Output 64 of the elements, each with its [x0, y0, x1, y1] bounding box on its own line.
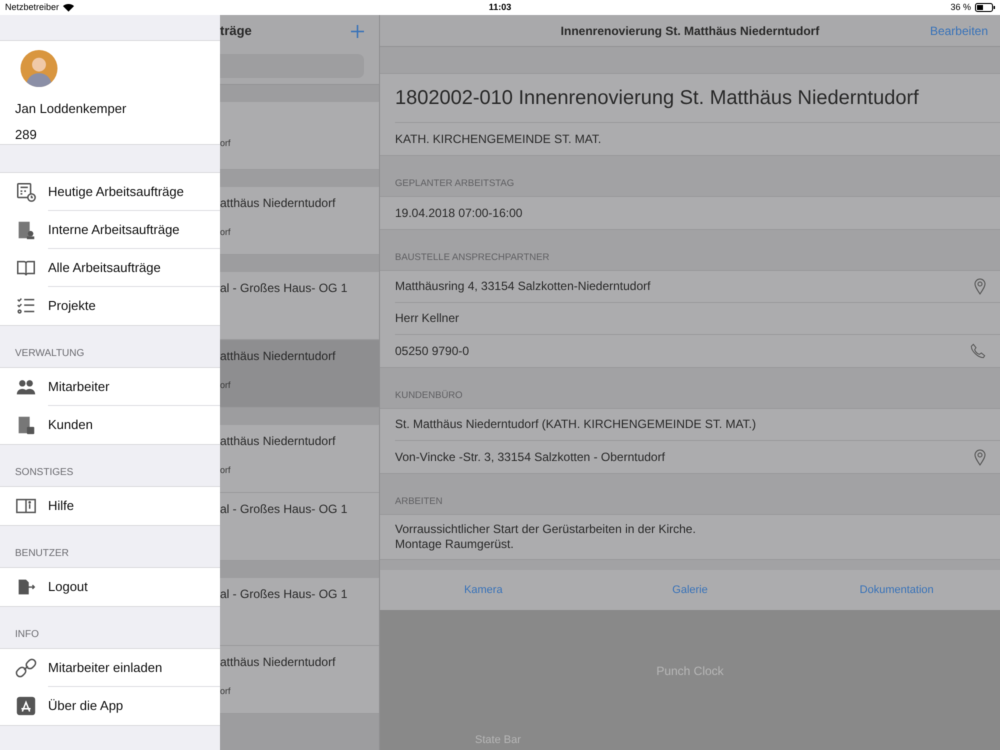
detail-value: Herr Kellner — [395, 311, 460, 326]
add-icon[interactable] — [350, 24, 365, 38]
menu-item[interactable]: Mitarbeiter einladen — [48, 658, 162, 678]
map-pin-icon[interactable] — [974, 278, 986, 295]
section-header: BENUTZER — [15, 547, 69, 561]
row-subtitle: orf — [220, 137, 232, 150]
order-title: 1802002-010 Innenrenovierung St. Matthäus Niederntudorf — [395, 86, 919, 111]
list-row[interactable]: atthäus Niederntudorf orf — [220, 646, 379, 714]
section-header: ARBEITEN — [395, 494, 443, 509]
row-subtitle: orf — [220, 464, 232, 477]
detail-value: Von-Vincke -Str. 3, 33154 Salzkotten - Oberntudorf — [395, 450, 666, 464]
phone-icon[interactable] — [970, 343, 986, 359]
row-subtitle: orf — [220, 379, 232, 392]
list-row[interactable]: al - Großes Haus- OG 1 — [220, 493, 379, 561]
battery-percent: 36 % — [950, 0, 971, 14]
carrier-label: Netzbetreiber — [5, 0, 60, 14]
list-row[interactable]: al - Großes Haus- OG 1 — [220, 272, 379, 340]
clock-time: 11:03 — [488, 0, 512, 14]
detail-value: St. Matthäus Niederntudorf (KATH. KIRCHENGEMEINDE ST. MAT.) — [395, 417, 757, 432]
menu-item[interactable]: Logout — [48, 577, 88, 597]
detail-value: Vorraussichtlicher Start der Gerüstarbeiten in der Kirche. Montage Raumgerüst. — [395, 522, 697, 552]
order-client: KATH. KIRCHENGEMEINDE ST. MAT. — [395, 131, 602, 148]
calculator-clock-icon — [15, 181, 37, 203]
nav-title: Innenrenovierung St. Matthäus Niederntudorf — [560, 22, 820, 40]
row-title: atthäus Niederntudorf — [220, 433, 336, 450]
app-store-icon — [15, 695, 37, 717]
list-row[interactable]: al - Großes Haus- OG 1 — [220, 578, 379, 646]
menu-item[interactable]: Hilfe — [48, 496, 74, 516]
user-number: 289 — [15, 126, 38, 144]
list-title: träge — [220, 22, 252, 40]
menu-item[interactable]: Kunden — [48, 415, 93, 435]
row-title: atthäus Niederntudorf — [220, 195, 336, 212]
detail-value: Matthäusring 4, 33154 Salzkotten-Niederntudorf — [395, 279, 652, 294]
row-title: atthäus Niederntudorf — [220, 348, 336, 365]
link-icon — [15, 657, 37, 679]
row-title: atthäus Niederntudorf — [220, 654, 336, 671]
menu-item[interactable]: Interne Arbeitsaufträge — [48, 220, 180, 240]
menu-item[interactable]: Projekte — [48, 296, 96, 316]
section-header: SONSTIGES — [15, 466, 74, 480]
detail-value: 05250 9790-0 — [395, 344, 470, 358]
row-subtitle: orf — [220, 685, 232, 698]
row-title: al - Großes Haus- OG 1 — [220, 280, 348, 297]
map-pin-icon[interactable] — [974, 448, 986, 466]
list-row[interactable]: atthäus Niederntudorf orf — [220, 340, 379, 408]
section-header: BAUSTELLE ANSPRECHPARTNER — [395, 250, 550, 265]
menu-item[interactable]: Mitarbeiter — [48, 376, 110, 396]
row-subtitle: orf — [220, 226, 232, 239]
row-title: al - Großes Haus- OG 1 — [220, 501, 348, 518]
list-row[interactable]: atthäus Niederntudorf orf — [220, 187, 379, 255]
row-title: al - Großes Haus- OG 1 — [220, 586, 348, 603]
section-header: INFO — [15, 628, 39, 642]
menu-item[interactable]: Alle Arbeitsaufträge — [48, 258, 161, 278]
wifi-icon — [63, 3, 74, 12]
menu-item[interactable]: Heutige Arbeitsaufträge — [48, 182, 184, 202]
battery-icon — [975, 3, 995, 12]
search-field[interactable] — [220, 54, 364, 78]
section-header: VERWALTUNG — [15, 347, 84, 361]
list-row[interactable]: atthäus Niederntudorf orf — [220, 425, 379, 493]
user-name: Jan Loddenkemper — [15, 100, 128, 118]
section-header: KUNDENBÜRO — [395, 388, 463, 403]
detail-value: 19.04.2018 07:00-16:00 — [395, 206, 524, 220]
menu-item[interactable]: Über die App — [48, 696, 124, 716]
list-row[interactable]: orf — [220, 102, 379, 170]
section-header: GEPLANTER ARBEITSTAG — [395, 176, 514, 191]
